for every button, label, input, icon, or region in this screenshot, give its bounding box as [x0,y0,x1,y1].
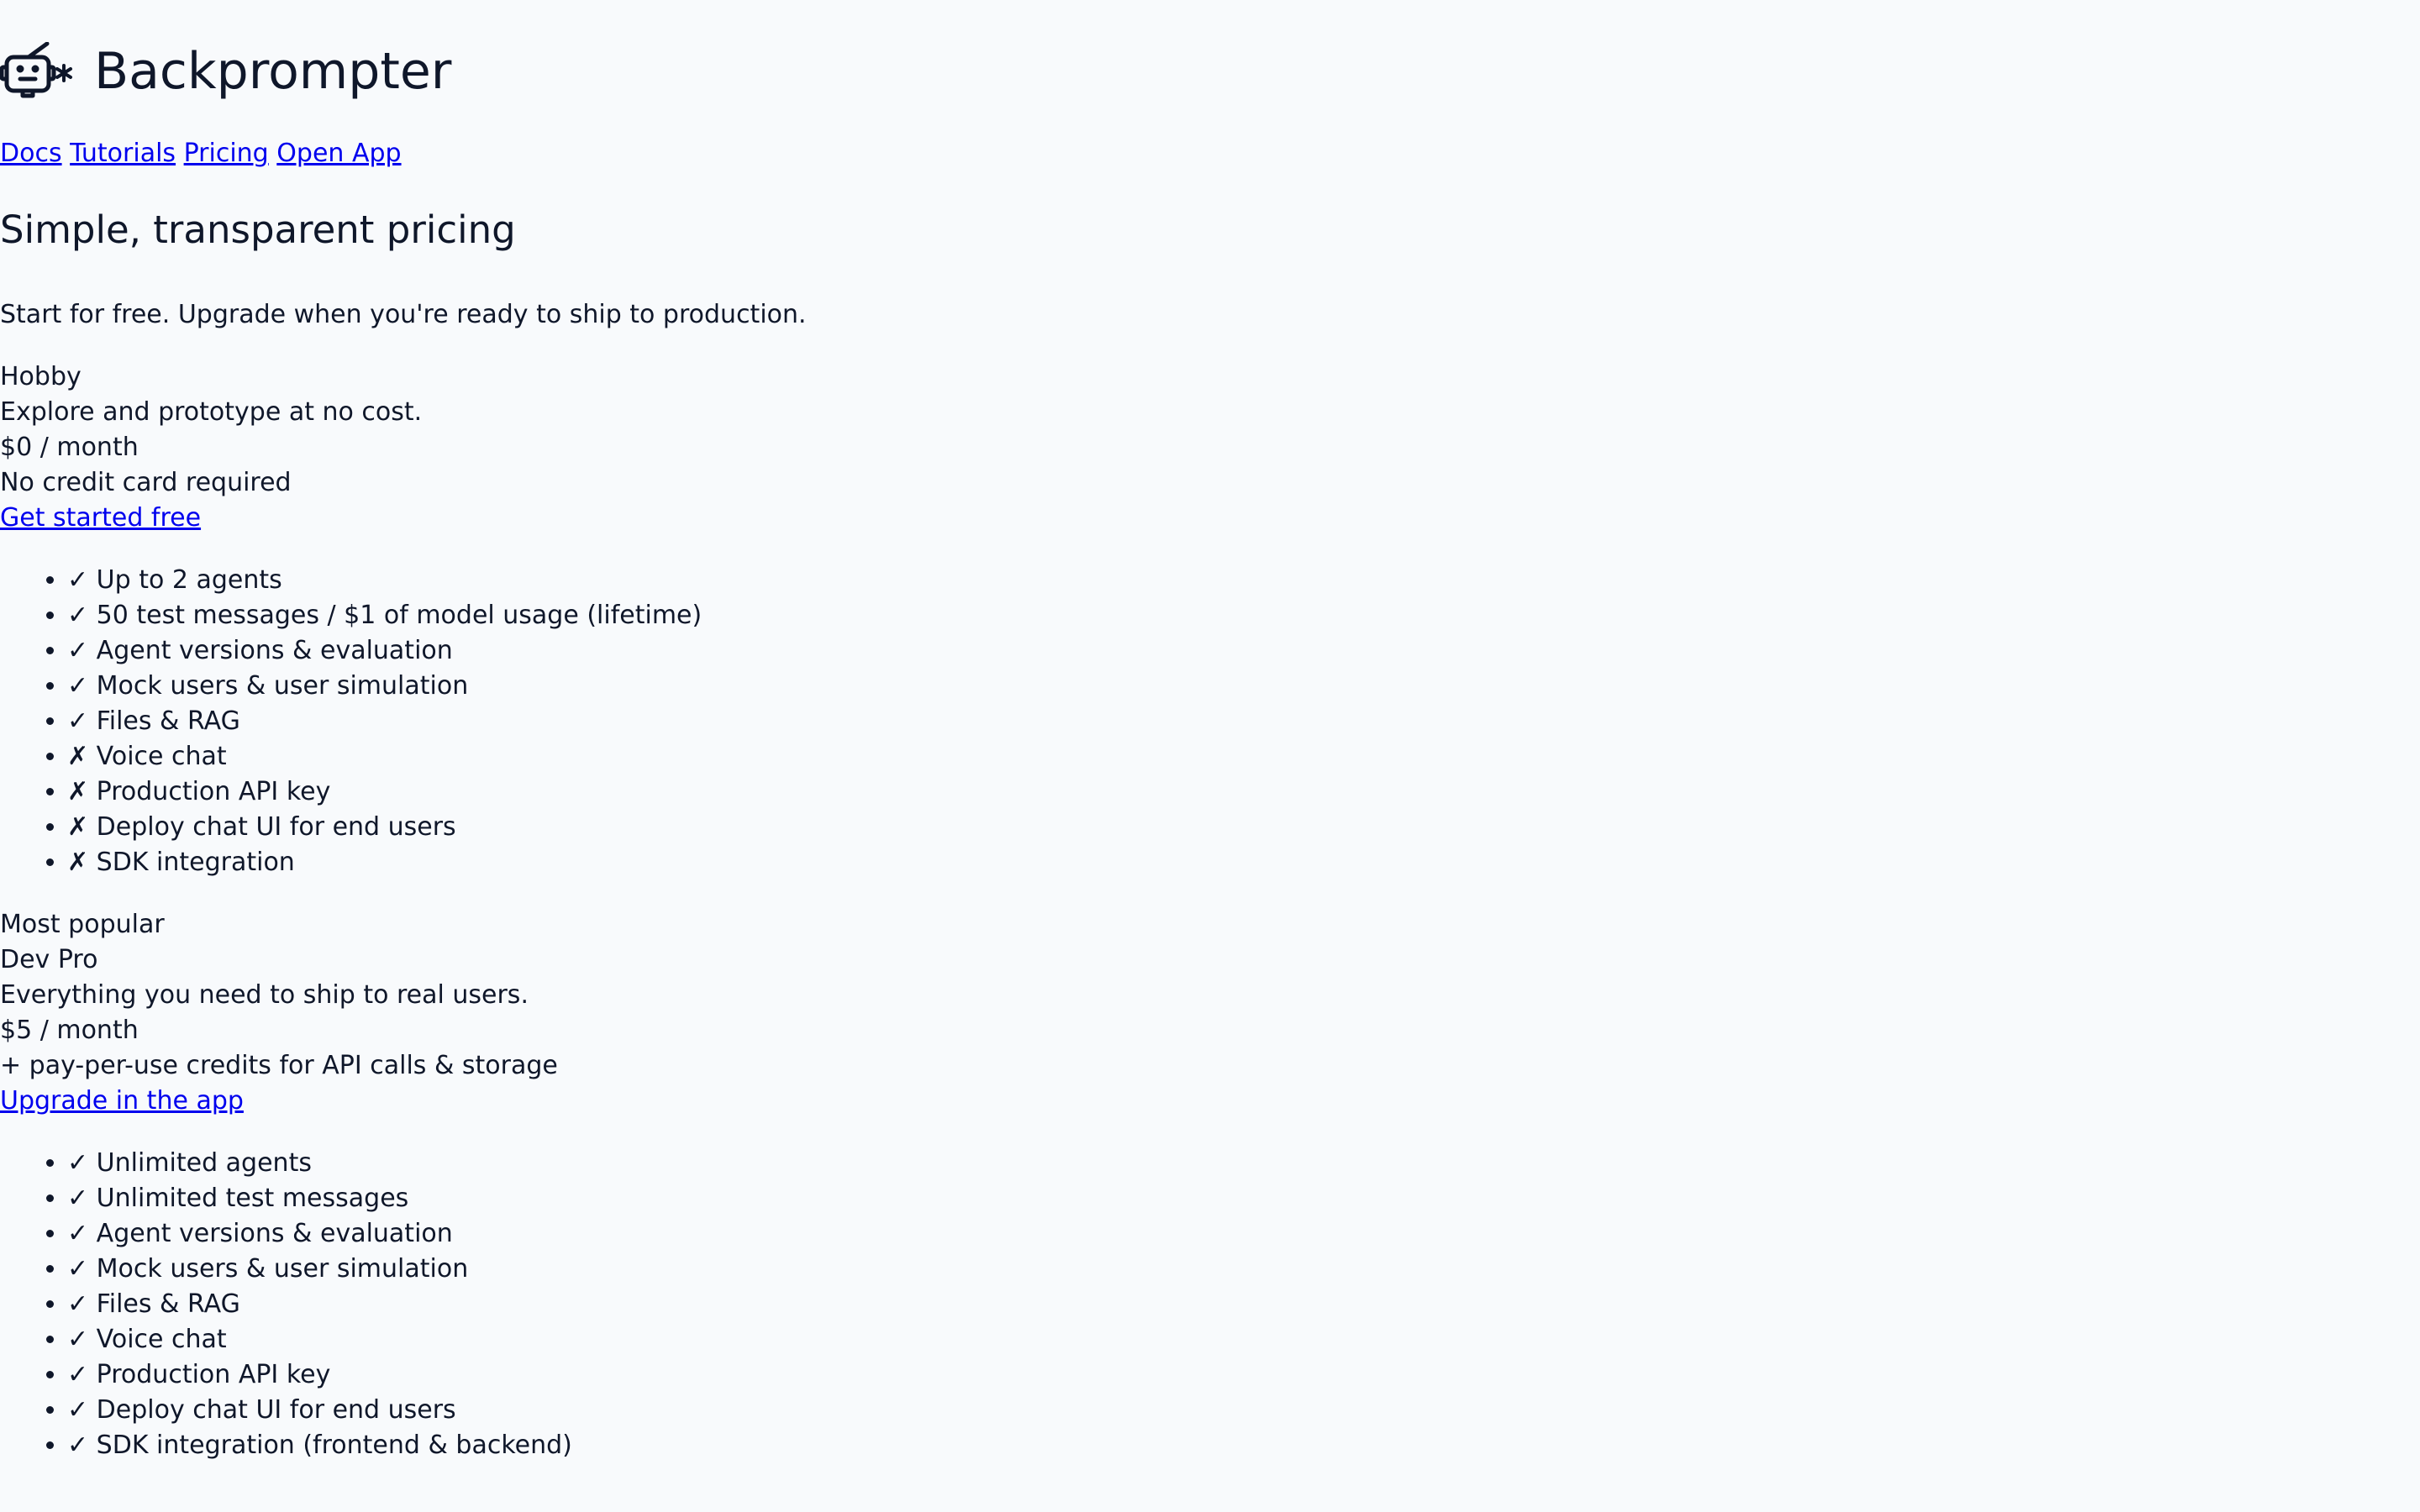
plan-name: Dev Pro [0,945,98,974]
plan-note: + pay-per-use credits for API calls & st… [0,1051,558,1080]
feature-item: ✓ Unlimited test messages [67,1181,2420,1216]
feature-item: ✓ Mock users & user simulation [67,669,2420,704]
feature-item: ✓ SDK integration (frontend & backend) [67,1428,2420,1463]
feature-item: ✗ SDK integration [67,845,2420,880]
nav-link-tutorials[interactable]: Tutorials [70,139,176,168]
top-nav: Docs Tutorials Pricing Open App [0,136,2420,171]
feature-item: ✓ Deploy chat UI for end users [67,1393,2420,1428]
nav-link-docs[interactable]: Docs [0,139,62,168]
page-subtitle: Start for free. Upgrade when you're read… [0,300,807,329]
plan-dev-pro: Most popular Dev Pro Everything you need… [0,907,2420,1119]
feature-item: ✓ Files & RAG [67,704,2420,739]
plan-name: Hobby [0,362,82,391]
plan-description: Explore and prototype at no cost. [0,397,423,427]
site-header: Backprompter [0,42,2420,101]
feature-item: ✓ Unlimited agents [67,1146,2420,1181]
feature-item: ✓ Voice chat [67,1322,2420,1357]
brand-name: Backprompter [94,42,452,101]
page-title: Simple, transparent pricing [0,207,516,252]
upgrade-in-app-link[interactable]: Upgrade in the app [0,1086,244,1116]
nav-link-open-app[interactable]: Open App [276,139,401,168]
feature-item: ✓ 50 test messages / $1 of model usage (… [67,598,2420,633]
feature-item: ✓ Production API key [67,1357,2420,1393]
feature-list-hobby: ✓ Up to 2 agents ✓ 50 test messages / $1… [0,563,2420,880]
plan-hobby: Hobby Explore and prototype at no cost. … [0,360,2420,536]
plan-description: Everything you need to ship to real user… [0,980,529,1010]
feature-item: ✗ Deploy chat UI for end users [67,810,2420,845]
plan-note: No credit card required [0,468,292,497]
nav-link-pricing[interactable]: Pricing [184,139,269,168]
feature-item: ✓ Mock users & user simulation [67,1252,2420,1287]
plan-price: $5 / month [0,1016,139,1045]
feature-list-dev-pro: ✓ Unlimited agents ✓ Unlimited test mess… [0,1146,2420,1463]
plan-price: $0 / month [0,433,139,462]
robot-icon [0,42,72,98]
feature-item: ✓ Agent versions & evaluation [67,1216,2420,1252]
feature-item: ✓ Files & RAG [67,1287,2420,1322]
feature-item: ✓ Up to 2 agents [67,563,2420,598]
feature-item: ✗ Production API key [67,774,2420,810]
get-started-free-link[interactable]: Get started free [0,503,201,533]
feature-item: ✗ Voice chat [67,739,2420,774]
feature-item: ✓ Agent versions & evaluation [67,633,2420,669]
popular-badge: Most popular [0,910,165,939]
